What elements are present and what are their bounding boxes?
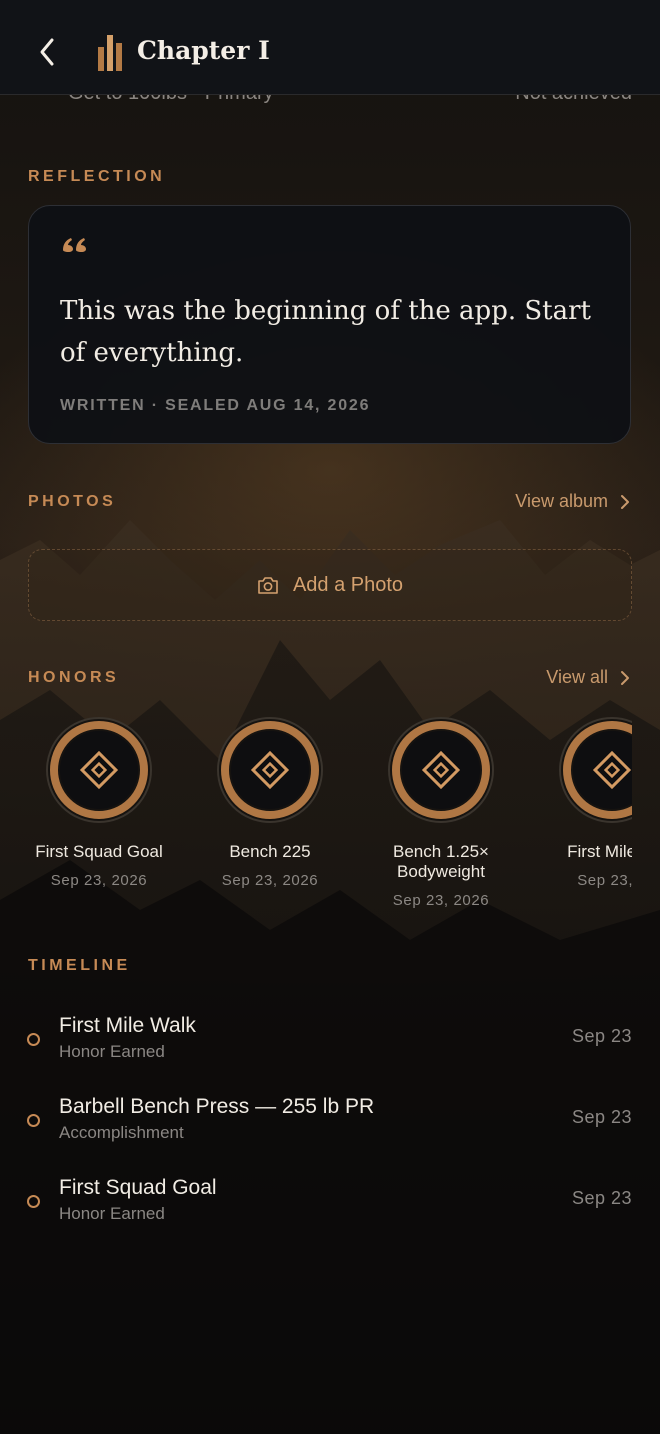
- timeline-item[interactable]: First Squad Goal Honor Earned Sep 23: [0, 1176, 660, 1236]
- honor-title: First Squad Goal: [35, 842, 163, 861]
- timeline-section-label: TIMELINE: [28, 957, 131, 974]
- honor-card[interactable]: Bench 225 Sep 23, 2026: [185, 716, 355, 889]
- honor-title: Bench 225: [229, 842, 311, 861]
- timeline-subtitle: Accomplishment: [59, 1123, 184, 1142]
- chapter-page: Get to 100lbs · Primary Not achieved Cha…: [0, 0, 660, 1434]
- page-title: Chapter I: [137, 36, 270, 65]
- reflection-section-label: REFLECTION: [28, 168, 166, 185]
- back-arrow-icon[interactable]: [32, 34, 62, 70]
- timeline-subtitle: Honor Earned: [59, 1042, 165, 1061]
- timeline-date: Sep 23: [571, 1107, 632, 1127]
- honor-title: First Mile W: [567, 842, 632, 861]
- honor-date: Sep 23, 2026: [392, 892, 490, 909]
- top-header: Chapter I: [0, 0, 660, 95]
- timeline-title: Barbell Bench Press — 255 lb PR: [59, 1095, 375, 1118]
- view-all-honors-link[interactable]: View all: [546, 667, 630, 688]
- honor-medal-icon: [559, 717, 632, 823]
- honor-medal-icon: [46, 717, 152, 823]
- view-album-link[interactable]: View album: [515, 491, 630, 512]
- reflection-text: This was the beginning of the app. Start…: [60, 296, 592, 368]
- honor-date: Sep 23, 2026: [221, 872, 319, 889]
- honors-section-label: HONORS: [28, 669, 120, 686]
- camera-icon: [258, 577, 278, 594]
- honor-date: Sep 23, 2: [577, 872, 632, 889]
- timeline-title: First Squad Goal: [59, 1176, 217, 1199]
- honor-card[interactable]: First Squad Goal Sep 23, 2026: [14, 716, 184, 889]
- honors-carousel[interactable]: First Squad Goal Sep 23, 2026 Bench 225 …: [0, 716, 632, 916]
- chevron-right-icon: [621, 494, 629, 509]
- photos-section-label: PHOTOS: [28, 493, 117, 510]
- add-photo-button[interactable]: Add a Photo: [28, 549, 632, 621]
- timeline-subtitle: Honor Earned: [59, 1204, 165, 1223]
- timeline-date: Sep 23: [571, 1188, 632, 1208]
- timeline-dot-icon: [27, 1033, 40, 1046]
- reflection-card: This was the beginning of the app. Start…: [28, 205, 631, 444]
- timeline-item[interactable]: First Mile Walk Honor Earned Sep 23: [0, 1014, 660, 1074]
- honor-medal-icon: [388, 717, 494, 823]
- timeline-item[interactable]: Barbell Bench Press — 255 lb PR Accompli…: [0, 1095, 660, 1155]
- honor-date: Sep 23, 2026: [50, 872, 148, 889]
- timeline-dot-icon: [27, 1114, 40, 1127]
- view-album-label: View album: [515, 491, 608, 511]
- honor-title: Bench 1.25× Bodyweight: [393, 842, 489, 881]
- view-all-label: View all: [546, 667, 608, 687]
- timeline-dot-icon: [27, 1195, 40, 1208]
- honor-card[interactable]: First Mile W Sep 23, 2: [527, 716, 632, 889]
- chevron-right-icon: [621, 670, 629, 685]
- honor-card[interactable]: Bench 1.25× Bodyweight Sep 23, 2026: [356, 716, 526, 909]
- timeline-title: First Mile Walk: [59, 1014, 196, 1037]
- reflection-meta: WRITTEN · SEALED AUG 14, 2026: [60, 397, 371, 414]
- add-photo-label: Add a Photo: [292, 573, 404, 596]
- pillars-logo-icon: [98, 35, 122, 71]
- quote-icon: [63, 238, 86, 252]
- honor-medal-icon: [217, 717, 323, 823]
- timeline-date: Sep 23: [571, 1026, 632, 1046]
